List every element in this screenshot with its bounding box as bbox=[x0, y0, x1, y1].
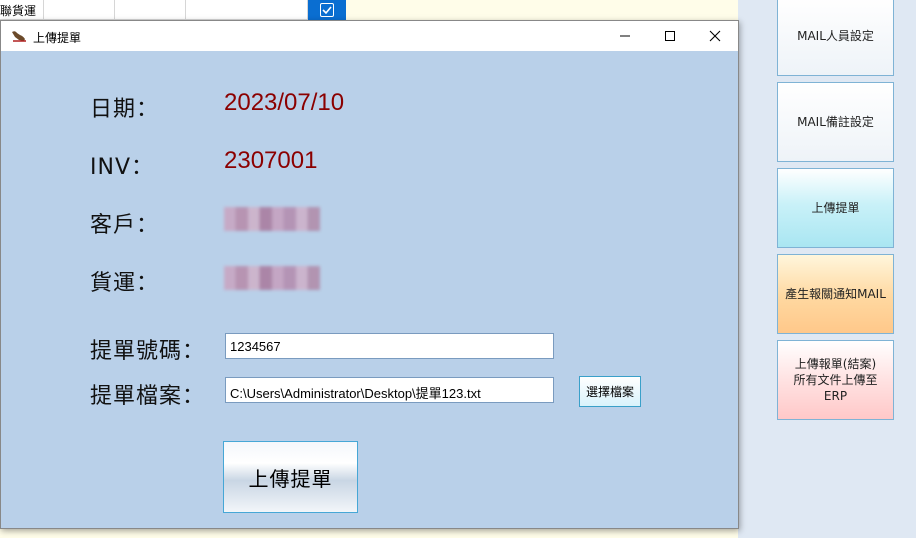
choose-file-button[interactable]: 選擇檔案 bbox=[579, 376, 641, 407]
grid-cell[interactable] bbox=[186, 0, 308, 20]
bill-file-label: 提單檔案： bbox=[90, 384, 206, 409]
freight-label: 貨運： bbox=[90, 271, 160, 296]
minimize-button[interactable] bbox=[602, 21, 648, 51]
customer-value-redacted bbox=[224, 207, 320, 231]
freight-value-redacted bbox=[224, 266, 320, 290]
upload-declaration-erp-button[interactable]: 上傳報單(結案) 所有文件上傳至 ERP bbox=[777, 340, 894, 420]
button-label: MAIL備註設定 bbox=[797, 115, 874, 129]
date-label: 日期： bbox=[90, 97, 160, 122]
grid-checkbox-cell[interactable] bbox=[308, 0, 346, 20]
bill-number-label: 提單號碼： bbox=[90, 339, 206, 364]
checkbox-checked-icon[interactable] bbox=[320, 3, 334, 17]
window-title: 上傳提單 bbox=[33, 31, 82, 45]
bill-file-path-input[interactable]: C:\Users\Administrator\Desktop\提單123.txt bbox=[225, 377, 554, 403]
minimize-icon bbox=[620, 35, 630, 37]
bill-number-input[interactable]: 1234567 bbox=[225, 333, 554, 359]
close-icon bbox=[709, 30, 721, 42]
upload-bill-side-button[interactable]: 上傳提單 bbox=[777, 168, 894, 248]
maximize-icon bbox=[665, 31, 675, 41]
close-button[interactable] bbox=[692, 21, 738, 51]
date-value: 2023/07/10 bbox=[224, 89, 345, 116]
grid-cell[interactable] bbox=[44, 0, 115, 20]
mail-staff-settings-button[interactable]: MAIL人員設定 bbox=[777, 0, 894, 76]
inv-value: 2307001 bbox=[224, 147, 318, 174]
maximize-button[interactable] bbox=[647, 21, 693, 51]
customer-label: 客戶： bbox=[90, 213, 160, 238]
button-label: MAIL人員設定 bbox=[797, 29, 874, 43]
title-bar[interactable]: 上傳提單 bbox=[1, 21, 738, 51]
grid-cell-text: 聯貨運 bbox=[0, 4, 37, 18]
button-label: 上傳提單 bbox=[811, 201, 860, 215]
button-label: 產生報關通知MAIL bbox=[785, 287, 886, 301]
upload-bill-dialog: 上傳提單 日期： 2023/07/10 INV： 2307001 客戶： 貨運：… bbox=[0, 20, 739, 529]
app-icon bbox=[12, 31, 26, 42]
mail-remark-settings-button[interactable]: MAIL備註設定 bbox=[777, 82, 894, 162]
upload-bill-button[interactable]: 上傳提單 bbox=[223, 441, 358, 513]
grid-cell[interactable] bbox=[115, 0, 186, 20]
generate-customs-mail-button[interactable]: 產生報關通知MAIL bbox=[777, 254, 894, 334]
button-label: 上傳報單(結案) 所有文件上傳至 ERP bbox=[793, 357, 878, 403]
grid-cell[interactable]: 聯貨運 bbox=[0, 0, 44, 20]
inv-label: INV： bbox=[90, 155, 154, 180]
